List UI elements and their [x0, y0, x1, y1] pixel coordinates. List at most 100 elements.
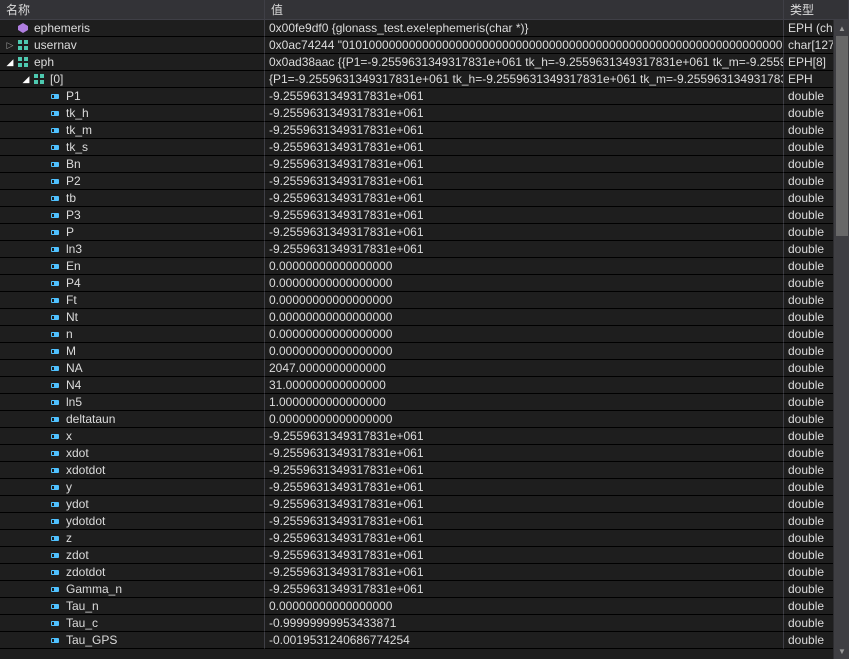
- header-type[interactable]: 类型: [784, 0, 849, 20]
- variable-icon: [48, 514, 62, 528]
- name-cell[interactable]: xdotdot: [0, 462, 265, 479]
- row-name: x: [66, 429, 72, 443]
- expander-placeholder: [36, 566, 48, 578]
- name-cell[interactable]: Tau_c: [0, 615, 265, 632]
- vertical-scrollbar[interactable]: ▲ ▼: [833, 20, 849, 659]
- name-cell[interactable]: ephemeris: [0, 20, 265, 37]
- row-value: 0.00000000000000000: [269, 344, 392, 358]
- variable-icon: [48, 259, 62, 273]
- name-cell[interactable]: ln5: [0, 394, 265, 411]
- value-cell[interactable]: -9.2559631349317831e+061: [265, 122, 784, 139]
- value-cell[interactable]: -9.2559631349317831e+061: [265, 530, 784, 547]
- value-cell[interactable]: 0.00000000000000000: [265, 411, 784, 428]
- name-cell[interactable]: z: [0, 530, 265, 547]
- row-value: -9.2559631349317831e+061: [269, 463, 424, 477]
- name-cell[interactable]: xdot: [0, 445, 265, 462]
- value-cell[interactable]: 1.0000000000000000: [265, 394, 784, 411]
- name-cell[interactable]: N4: [0, 377, 265, 394]
- collapse-icon[interactable]: ◢: [4, 56, 16, 68]
- name-cell[interactable]: ydotdot: [0, 513, 265, 530]
- name-cell[interactable]: ▷usernav: [0, 37, 265, 54]
- value-cell[interactable]: -9.2559631349317831e+061: [265, 581, 784, 598]
- name-cell[interactable]: ydot: [0, 496, 265, 513]
- name-cell[interactable]: P4: [0, 275, 265, 292]
- name-cell[interactable]: zdot: [0, 547, 265, 564]
- header-value[interactable]: 值: [265, 0, 784, 20]
- value-cell[interactable]: 0.00000000000000000: [265, 309, 784, 326]
- name-cell[interactable]: Tau_n: [0, 598, 265, 615]
- name-cell[interactable]: Gamma_n: [0, 581, 265, 598]
- name-cell[interactable]: Ft: [0, 292, 265, 309]
- scroll-down-button[interactable]: ▼: [834, 643, 849, 659]
- name-cell[interactable]: M: [0, 343, 265, 360]
- variable-icon: [48, 293, 62, 307]
- header-name[interactable]: 名称: [0, 0, 265, 20]
- name-cell[interactable]: ◢[0]: [0, 71, 265, 88]
- expander-placeholder: [36, 583, 48, 595]
- value-cell[interactable]: -9.2559631349317831e+061: [265, 462, 784, 479]
- value-cell[interactable]: 0.00000000000000000: [265, 343, 784, 360]
- name-cell[interactable]: n: [0, 326, 265, 343]
- value-cell[interactable]: -9.2559631349317831e+061: [265, 224, 784, 241]
- name-cell[interactable]: zdotdot: [0, 564, 265, 581]
- row-type: double: [788, 259, 824, 273]
- value-cell[interactable]: 0.00000000000000000: [265, 275, 784, 292]
- name-cell[interactable]: NA: [0, 360, 265, 377]
- name-cell[interactable]: tk_h: [0, 105, 265, 122]
- name-cell[interactable]: P1: [0, 88, 265, 105]
- collapse-icon[interactable]: ◢: [20, 73, 32, 85]
- value-cell[interactable]: -9.2559631349317831e+061: [265, 139, 784, 156]
- row-type: double: [788, 242, 824, 256]
- value-cell[interactable]: -9.2559631349317831e+061: [265, 241, 784, 258]
- value-cell[interactable]: -9.2559631349317831e+061: [265, 445, 784, 462]
- value-cell[interactable]: -9.2559631349317831e+061: [265, 173, 784, 190]
- name-cell[interactable]: deltataun: [0, 411, 265, 428]
- name-cell[interactable]: P2: [0, 173, 265, 190]
- value-cell[interactable]: 31.000000000000000: [265, 377, 784, 394]
- name-cell[interactable]: En: [0, 258, 265, 275]
- value-cell[interactable]: -9.2559631349317831e+061: [265, 513, 784, 530]
- name-cell[interactable]: tk_m: [0, 122, 265, 139]
- value-cell[interactable]: 0.00000000000000000: [265, 598, 784, 615]
- name-cell[interactable]: x: [0, 428, 265, 445]
- value-cell[interactable]: -9.2559631349317831e+061: [265, 496, 784, 513]
- value-cell[interactable]: -0.99999999953433871: [265, 615, 784, 632]
- value-cell[interactable]: -9.2559631349317831e+061: [265, 156, 784, 173]
- name-cell[interactable]: Tau_GPS: [0, 632, 265, 649]
- row-type: double: [788, 191, 824, 205]
- row-type: double: [788, 157, 824, 171]
- expander-placeholder: [36, 107, 48, 119]
- value-cell[interactable]: 0.00000000000000000: [265, 326, 784, 343]
- value-cell[interactable]: -9.2559631349317831e+061: [265, 105, 784, 122]
- scroll-up-button[interactable]: ▲: [834, 20, 849, 36]
- value-cell[interactable]: -9.2559631349317831e+061: [265, 428, 784, 445]
- value-cell[interactable]: -9.2559631349317831e+061: [265, 88, 784, 105]
- value-cell[interactable]: -0.0019531240686774254: [265, 632, 784, 649]
- name-cell[interactable]: Bn: [0, 156, 265, 173]
- name-cell[interactable]: ln3: [0, 241, 265, 258]
- name-cell[interactable]: P: [0, 224, 265, 241]
- name-cell[interactable]: Nt: [0, 309, 265, 326]
- value-cell[interactable]: -9.2559631349317831e+061: [265, 547, 784, 564]
- value-cell[interactable]: 0x0ad38aac {{P1=-9.2559631349317831e+061…: [265, 54, 784, 71]
- value-cell[interactable]: -9.2559631349317831e+061: [265, 479, 784, 496]
- value-cell[interactable]: 0x0ac74244 "0101000000000000000000000000…: [265, 37, 784, 54]
- value-cell[interactable]: 0.00000000000000000: [265, 258, 784, 275]
- value-cell[interactable]: -9.2559631349317831e+061: [265, 207, 784, 224]
- name-cell[interactable]: y: [0, 479, 265, 496]
- variable-icon: [48, 157, 62, 171]
- value-cell[interactable]: 0.00000000000000000: [265, 292, 784, 309]
- value-cell[interactable]: -9.2559631349317831e+061: [265, 190, 784, 207]
- value-cell[interactable]: 2047.0000000000000: [265, 360, 784, 377]
- name-cell[interactable]: tk_s: [0, 139, 265, 156]
- value-cell[interactable]: {P1=-9.2559631349317831e+061 tk_h=-9.255…: [265, 71, 784, 88]
- value-cell[interactable]: -9.2559631349317831e+061: [265, 564, 784, 581]
- value-cell[interactable]: 0x00fe9df0 {glonass_test.exe!ephemeris(c…: [265, 20, 784, 37]
- name-cell[interactable]: ◢eph: [0, 54, 265, 71]
- scroll-thumb[interactable]: [836, 36, 848, 236]
- name-cell[interactable]: tb: [0, 190, 265, 207]
- row-type: double: [788, 565, 824, 579]
- expand-icon[interactable]: ▷: [4, 39, 16, 51]
- row-value: 0.00000000000000000: [269, 310, 392, 324]
- name-cell[interactable]: P3: [0, 207, 265, 224]
